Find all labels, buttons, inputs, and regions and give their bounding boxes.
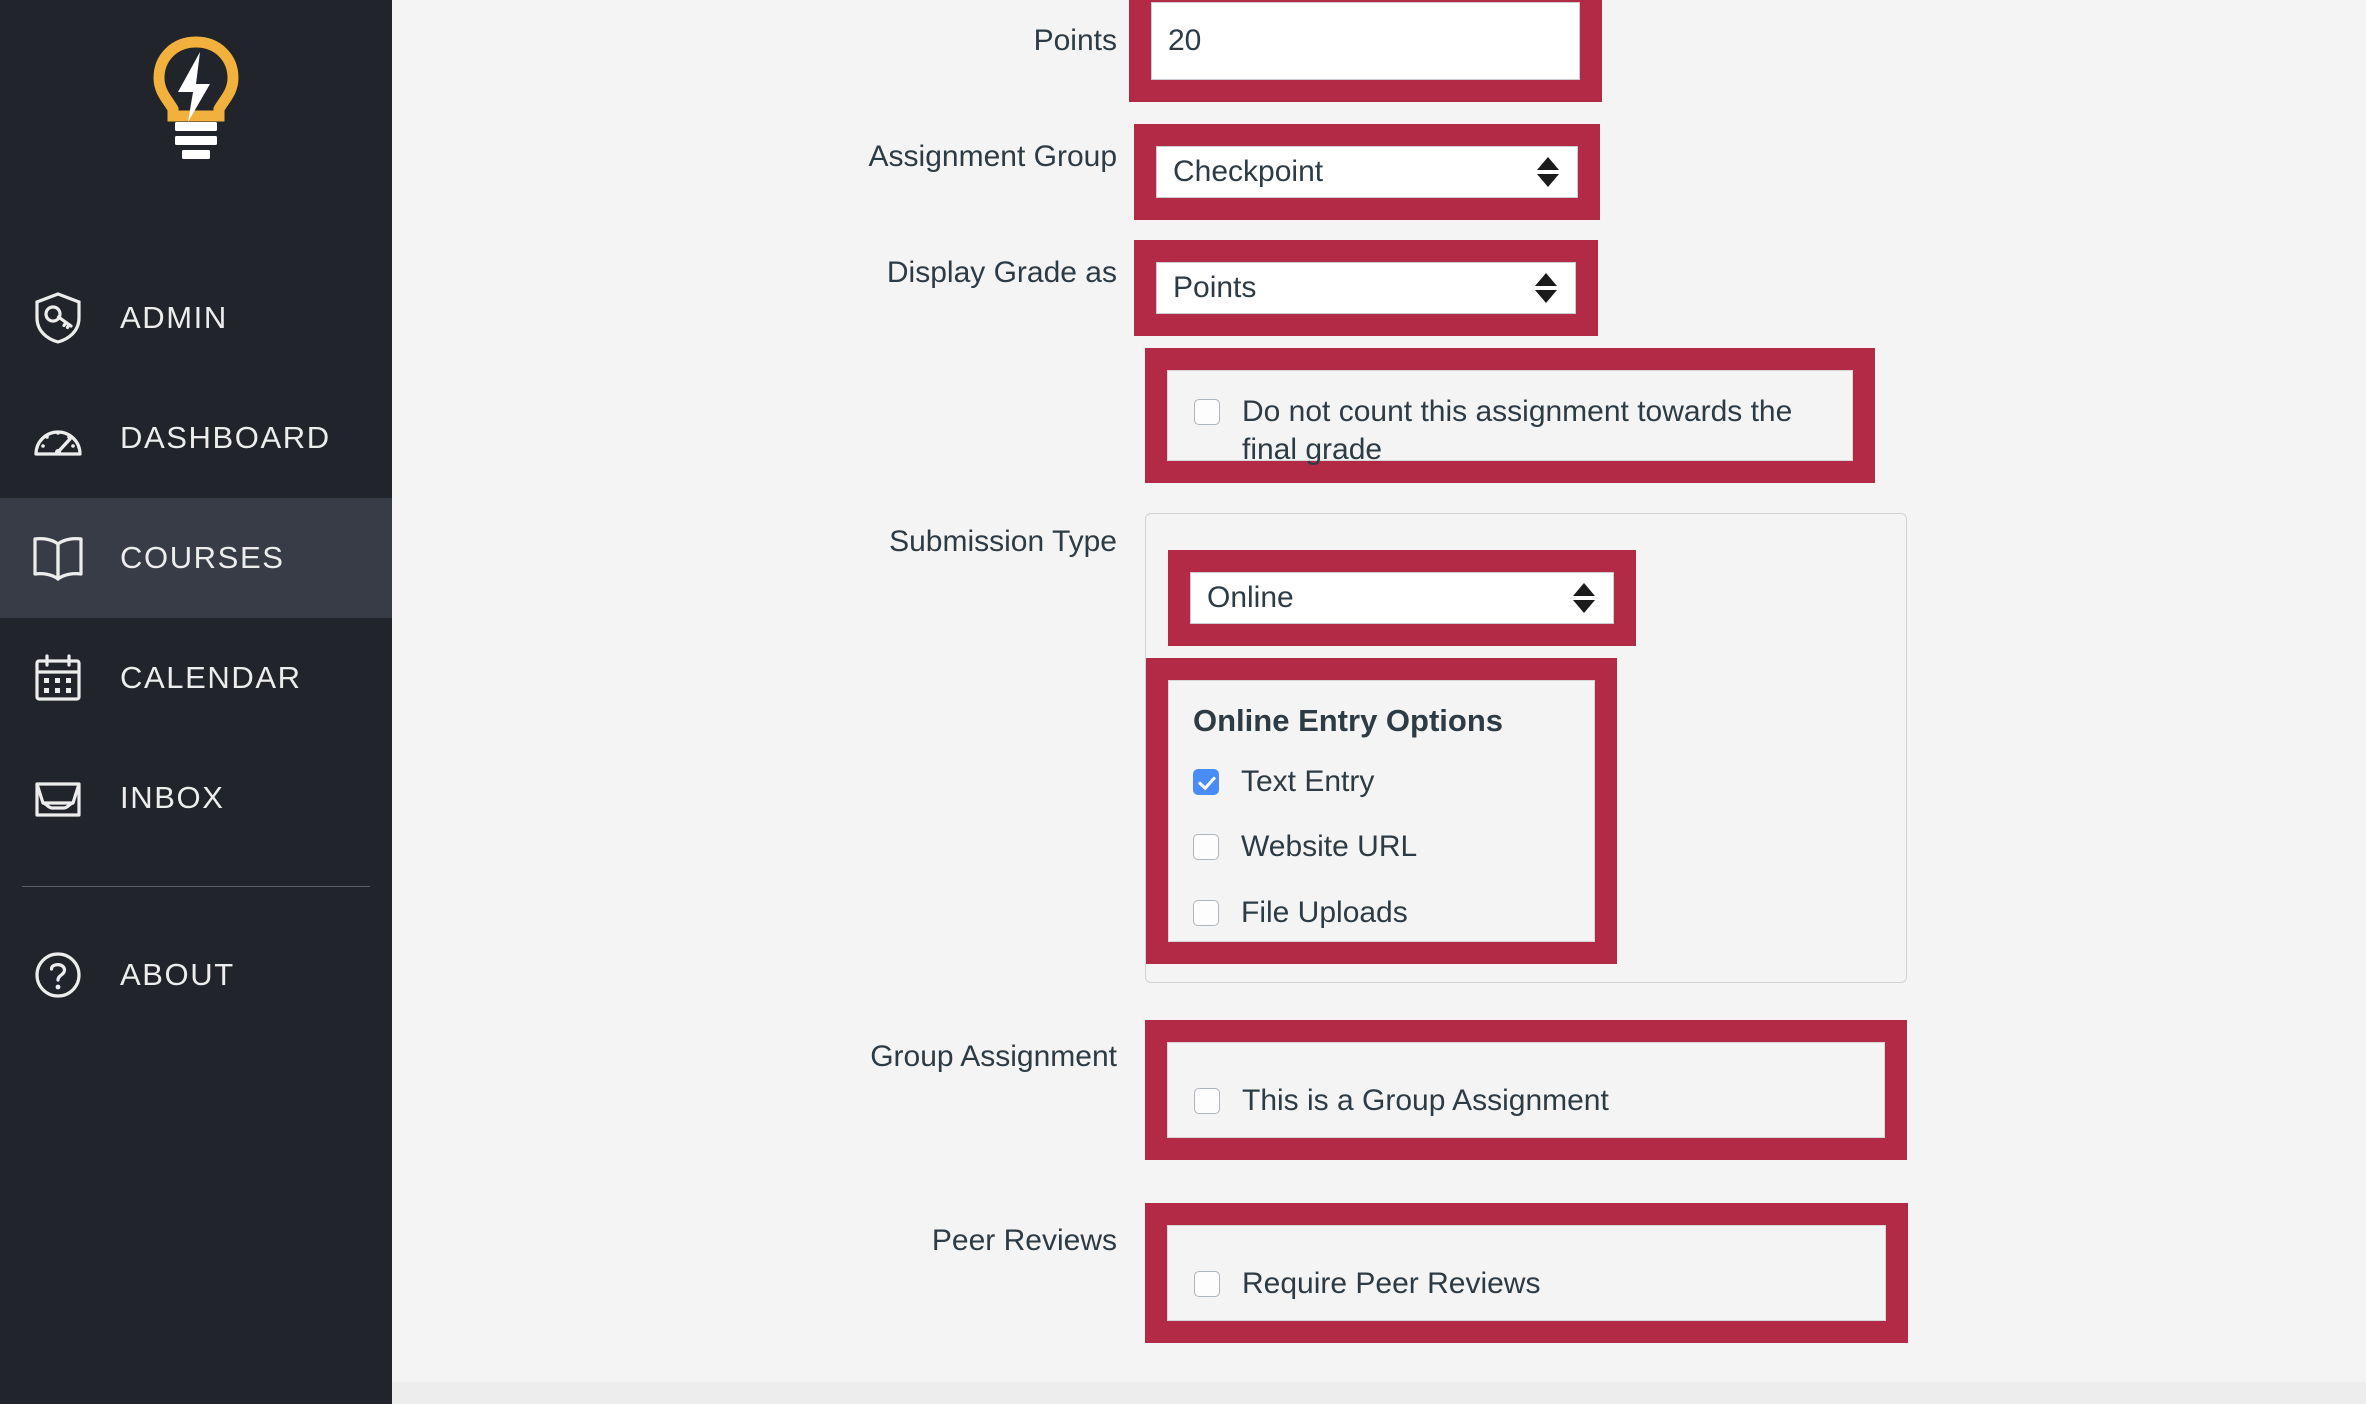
sidebar-nav-list: ADMIN DASHBOARD COURSES CALENDAR INBOX A… <box>0 258 392 1035</box>
peer-reviews-label: Peer Reviews <box>931 1224 1117 1257</box>
submission-type-value: Online <box>1207 581 1294 614</box>
sidebar-item-label: COURSES <box>120 540 285 575</box>
text-entry-label: Text Entry <box>1241 765 1375 798</box>
website-url-label: Website URL <box>1241 830 1418 864</box>
submission-type-card: Online Online Entry Options Text Entry W… <box>1145 513 1907 983</box>
sidebar-item-label: ABOUT <box>120 957 235 992</box>
peer-reviews-panel: Require Peer Reviews <box>1167 1225 1886 1321</box>
gauge-icon <box>22 414 94 462</box>
global-navigation-sidebar: ADMIN DASHBOARD COURSES CALENDAR INBOX A… <box>0 0 458 1404</box>
sidebar-item-courses[interactable]: COURSES <box>0 498 392 618</box>
assignment-group-label: Assignment Group <box>868 140 1117 173</box>
sidebar-item-admin[interactable]: ADMIN <box>0 258 392 378</box>
sidebar-item-label: ADMIN <box>120 300 228 335</box>
do-not-count-panel: Do not count this assignment towards the… <box>1167 370 1853 466</box>
group-assignment-label: Group Assignment <box>870 1040 1117 1073</box>
file-uploads-checkbox[interactable] <box>1193 899 1219 926</box>
online-entry-options-title: Online Entry Options <box>1193 703 1504 738</box>
sidebar-item-inbox[interactable]: INBOX <box>0 738 392 858</box>
assignment-group-highlight: Checkpoint <box>1134 124 1600 220</box>
submission-type-label: Submission Type <box>889 525 1117 558</box>
display-grade-as-label: Display Grade as <box>886 256 1117 289</box>
group-assignment-checkbox[interactable] <box>1194 1088 1220 1114</box>
display-grade-as-select[interactable]: Points <box>1156 262 1576 314</box>
group-assignment-panel: This is a Group Assignment <box>1167 1042 1885 1138</box>
sidebar-item-label: INBOX <box>120 780 225 815</box>
peer-reviews-checkbox-label: Require Peer Reviews <box>1242 1266 1541 1300</box>
online-entry-options-highlight: Online Entry Options Text Entry Website … <box>1146 658 1617 964</box>
sidebar-item-about[interactable]: ABOUT <box>0 915 392 1035</box>
spinner-arrows-icon <box>1573 583 1595 613</box>
file-uploads-label: File Uploads <box>1241 895 1408 929</box>
page-bottom-strip <box>392 1382 2366 1404</box>
group-assignment-checkbox-label: This is a Group Assignment <box>1242 1083 1609 1117</box>
online-entry-option-text-entry[interactable]: Text Entry <box>1193 763 1374 801</box>
do-not-count-label: Do not count this assignment towards the… <box>1242 395 1793 467</box>
app-logo[interactable] <box>0 0 392 200</box>
online-entry-option-website-url[interactable]: Website URL <box>1193 828 1417 866</box>
display-grade-as-highlight: Points <box>1134 240 1598 336</box>
online-entry-option-file-uploads[interactable]: File Uploads <box>1193 894 1408 932</box>
assignment-group-select[interactable]: Checkpoint <box>1156 146 1578 198</box>
group-assignment-highlight: This is a Group Assignment <box>1145 1020 1907 1160</box>
shield-key-icon <box>22 291 94 345</box>
sidebar-divider <box>22 886 370 887</box>
peer-reviews-checkbox[interactable] <box>1194 1271 1220 1297</box>
points-input[interactable]: 20 <box>1151 2 1580 80</box>
text-entry-checkbox[interactable] <box>1193 769 1219 795</box>
online-entry-options-panel: Online Entry Options Text Entry Website … <box>1168 680 1595 942</box>
question-circle-icon <box>22 950 94 1000</box>
open-book-icon <box>22 534 94 582</box>
lightbulb-logo-icon <box>153 36 239 159</box>
assignment-group-value: Checkpoint <box>1173 155 1324 188</box>
points-label: Points <box>1033 24 1117 57</box>
do-not-count-checkbox[interactable] <box>1194 399 1220 425</box>
calendar-icon <box>22 653 94 703</box>
do-not-count-highlight: Do not count this assignment towards the… <box>1145 348 1875 483</box>
sidebar-item-calendar[interactable]: CALENDAR <box>0 618 392 738</box>
spinner-arrows-icon <box>1537 157 1559 187</box>
display-grade-as-value: Points <box>1173 271 1257 304</box>
sidebar-item-label: CALENDAR <box>120 660 302 695</box>
spinner-arrows-icon <box>1535 273 1557 303</box>
sidebar-item-label: DASHBOARD <box>120 420 331 455</box>
page-root: ADMIN DASHBOARD COURSES CALENDAR INBOX A… <box>0 0 2366 1404</box>
inbox-tray-icon <box>22 775 94 821</box>
submission-type-select[interactable]: Online <box>1190 572 1614 624</box>
submission-type-highlight: Online <box>1168 550 1636 646</box>
points-highlight: 20 <box>1129 0 1602 102</box>
peer-reviews-highlight: Require Peer Reviews <box>1145 1203 1908 1343</box>
sidebar-item-dashboard[interactable]: DASHBOARD <box>0 378 392 498</box>
website-url-checkbox[interactable] <box>1193 834 1219 861</box>
assignment-settings-form: Points 20 Assignment Group Checkpoint Di… <box>392 0 2366 1404</box>
